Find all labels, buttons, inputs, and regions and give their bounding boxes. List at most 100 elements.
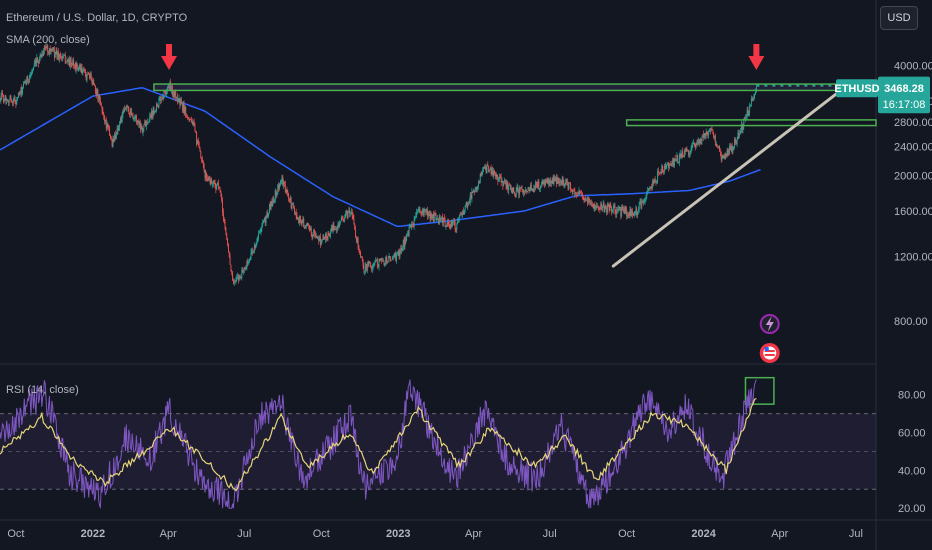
price-tick-label: 1600.00 (894, 206, 932, 218)
candle-body (483, 166, 485, 169)
candle-body (165, 91, 167, 95)
candle-body (505, 183, 507, 189)
candle-body (242, 270, 244, 273)
candle-body (29, 74, 31, 79)
candle-body (264, 217, 266, 224)
candle-body (106, 123, 108, 128)
candle-body (22, 83, 24, 88)
candle-body (414, 217, 416, 219)
candle-body (660, 172, 662, 174)
currency-button[interactable]: USD (880, 6, 918, 30)
candle-body (35, 61, 37, 64)
support-zone[interactable] (625, 119, 877, 127)
candle-body (131, 114, 133, 116)
candle-body (555, 177, 557, 181)
candle-body (575, 193, 577, 195)
candle-body (432, 214, 434, 222)
candle-body (709, 130, 710, 132)
candle-body (490, 167, 492, 175)
candle-body (561, 177, 563, 185)
candle-body (487, 164, 489, 166)
candle-body (135, 115, 136, 119)
candle-body (730, 145, 732, 151)
candle-body (59, 54, 61, 56)
candle-body (161, 96, 163, 100)
candle-body (267, 212, 269, 217)
candle-body (738, 133, 740, 135)
candle-body (308, 224, 310, 226)
candle-body (243, 270, 244, 273)
price-candles[interactable] (0, 42, 757, 286)
candle-body (456, 223, 458, 230)
candle-body (202, 161, 204, 165)
candle-body (99, 100, 101, 104)
candle-body (560, 180, 562, 185)
candle-body (134, 118, 136, 119)
candle-body (636, 208, 638, 216)
candle-body (661, 165, 663, 174)
candle-body (523, 190, 525, 194)
candle-body (12, 99, 14, 104)
candle-body (563, 183, 565, 186)
candle-body (272, 199, 274, 206)
candle-body (143, 124, 145, 129)
candle-body (468, 202, 470, 204)
candle-body (572, 189, 574, 192)
candle-body (658, 171, 659, 173)
down-arrow-shaft[interactable] (166, 44, 173, 56)
price-tick-label: 2000.00 (894, 171, 932, 183)
candle-body (361, 256, 363, 260)
candle-body (325, 234, 326, 240)
candle-body (514, 192, 516, 195)
down-arrow-head[interactable] (748, 56, 765, 70)
candle-body (319, 237, 321, 241)
candle-body (465, 203, 467, 206)
candle-body (742, 126, 744, 130)
candle-body (675, 160, 677, 161)
candle-body (177, 101, 179, 103)
candle-body (422, 209, 424, 215)
candle-body (458, 218, 459, 222)
candle-body (497, 176, 499, 182)
candle-body (62, 56, 64, 58)
candle-body (181, 102, 183, 111)
candle-body (446, 226, 448, 227)
chart-canvas[interactable]: 4000.003200.002800.002400.002000.001600.… (0, 0, 932, 550)
candle-body (278, 183, 280, 189)
down-arrow-shaft[interactable] (753, 44, 760, 56)
symbol-title[interactable]: Ethereum / U.S. Dollar, 1D, CRYPTO (6, 12, 187, 24)
candle-body (43, 50, 44, 56)
candle-body (710, 129, 712, 132)
down-arrow-head[interactable] (161, 56, 178, 70)
candle-body (181, 100, 183, 103)
candle-body (56, 50, 58, 58)
candle-body (596, 205, 598, 208)
candle-body (417, 210, 419, 212)
sma-legend[interactable]: SMA (200, close) (6, 34, 90, 46)
candle-body (94, 83, 95, 86)
candle-body (526, 191, 528, 193)
time-tick-label: Jul (543, 528, 557, 540)
event-icons[interactable] (759, 314, 780, 363)
candle-body (415, 215, 417, 218)
candle-body (104, 119, 106, 122)
candle-body (423, 209, 425, 215)
candle-body (705, 132, 707, 137)
candle-body (201, 158, 203, 160)
trendline[interactable] (611, 90, 840, 268)
candle-body (346, 210, 348, 218)
candle-body (140, 125, 142, 130)
candle-body (499, 176, 500, 179)
candle-body (676, 154, 678, 161)
candle-body (58, 52, 60, 60)
candle-body (258, 232, 260, 234)
candle-body (174, 90, 176, 96)
candle-body (629, 209, 631, 216)
candle-body (570, 183, 572, 190)
candle-body (64, 54, 66, 64)
candle-body (71, 63, 73, 65)
resistance-zone[interactable] (153, 83, 877, 92)
rsi-legend[interactable]: RSI (14, close) (6, 384, 79, 396)
candle-body (412, 224, 414, 227)
candle-body (72, 59, 74, 65)
